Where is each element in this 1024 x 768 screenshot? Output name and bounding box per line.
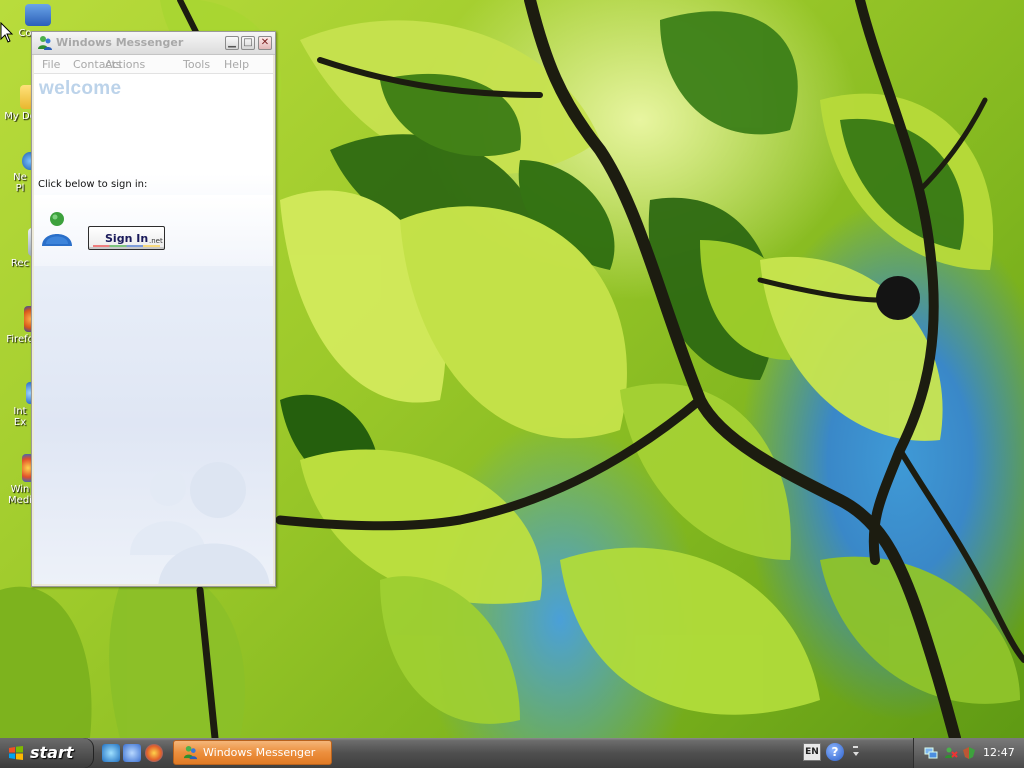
sign-in-color-bar <box>93 245 160 247</box>
menu-help[interactable]: Help <box>224 58 249 71</box>
messenger-content: welcome Click below to sign in: Sign In … <box>34 74 273 584</box>
menu-tools[interactable]: Tools <box>183 58 210 71</box>
net-label: .net <box>149 237 163 245</box>
quicklaunch-ie-icon[interactable] <box>102 744 120 762</box>
sign-in-prompt: Click below to sign in: <box>38 179 148 190</box>
taskbar-item-windows-messenger[interactable]: Windows Messenger <box>173 740 332 765</box>
taskbar: start Windows Messenger EN ? 12:47 <box>0 738 1024 768</box>
taskbar-item-label: Windows Messenger <box>203 746 316 759</box>
network-connection-icon[interactable] <box>924 746 938 760</box>
title-bar[interactable]: Windows Messenger ▁ □ ✕ <box>32 32 275 55</box>
menu-file[interactable]: File <box>42 58 60 71</box>
mouse-cursor-icon <box>0 22 14 43</box>
help-icon[interactable]: ? <box>826 743 844 761</box>
language-indicator[interactable]: EN <box>803 743 821 761</box>
start-button[interactable]: start <box>0 738 94 768</box>
messenger-watermark-icon <box>130 462 270 584</box>
maximize-icon: □ <box>243 37 253 48</box>
close-icon: ✕ <box>260 37 270 48</box>
maximize-button[interactable]: □ <box>241 36 255 50</box>
quicklaunch-desktop-icon[interactable] <box>123 744 141 762</box>
quicklaunch-media-player-icon[interactable] <box>145 744 163 762</box>
sign-in-button[interactable]: Sign In .net <box>88 226 165 250</box>
language-options-icon[interactable] <box>851 745 861 761</box>
minimize-icon: ▁ <box>228 37 236 48</box>
close-button[interactable]: ✕ <box>258 36 272 50</box>
welcome-heading: welcome <box>39 78 122 99</box>
messenger-status-icon[interactable] <box>944 746 958 760</box>
messenger-icon <box>183 745 198 760</box>
windows-flag-icon <box>9 746 23 760</box>
security-shield-icon[interactable] <box>962 746 976 760</box>
messenger-icon <box>38 36 52 50</box>
window-title: Windows Messenger <box>56 36 184 49</box>
menu-actions[interactable]: Actions <box>105 58 145 71</box>
system-tray: 12:47 <box>913 738 1024 768</box>
messenger-window[interactable]: Windows Messenger ▁ □ ✕ File Contacts Ac… <box>31 31 276 587</box>
clock[interactable]: 12:47 <box>983 746 1015 759</box>
menu-bar: File Contacts Actions Tools Help <box>34 55 273 74</box>
buddy-icon <box>42 212 72 246</box>
start-label: start <box>30 743 74 762</box>
computer-icon <box>25 4 51 26</box>
sign-in-label: Sign In <box>105 232 149 245</box>
minimize-button[interactable]: ▁ <box>225 36 239 50</box>
